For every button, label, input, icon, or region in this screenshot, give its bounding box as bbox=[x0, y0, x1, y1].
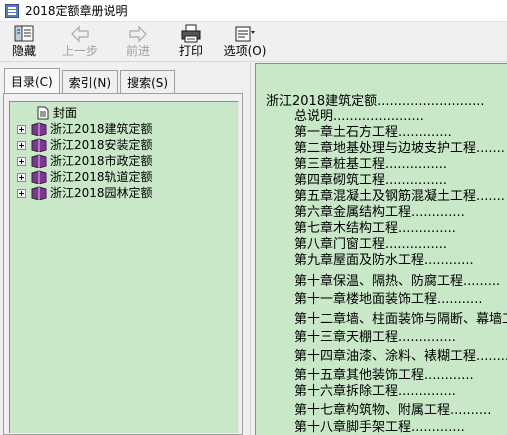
options-button[interactable]: 选项(O) bbox=[222, 24, 268, 60]
back-button[interactable]: 上一步 bbox=[58, 24, 102, 60]
tree-label-book: 浙江2018轨道定额 bbox=[50, 170, 153, 184]
doc-line[interactable]: 第十五章其他装饰工程............ bbox=[294, 368, 474, 383]
tree-label-book: 浙江2018建筑定额 bbox=[50, 122, 153, 136]
book-icon bbox=[31, 186, 47, 201]
doc-line[interactable]: 第十七章构筑物、附属工程.......... bbox=[294, 403, 491, 418]
page-icon bbox=[36, 106, 50, 120]
options-icon bbox=[233, 24, 257, 44]
tree-label-cover: 封面 bbox=[53, 106, 78, 120]
doc-line[interactable]: 第十八章脚手架工程............. bbox=[294, 420, 465, 435]
tab-search[interactable]: 搜索(S) bbox=[120, 70, 176, 93]
doc-line[interactable]: 第十四章油漆、涂料、裱糊工程........ bbox=[294, 349, 507, 364]
tab-index[interactable]: 索引(N) bbox=[61, 70, 119, 93]
doc-line[interactable]: 第十六章拆除工程.............. bbox=[294, 384, 456, 399]
book-icon bbox=[31, 154, 47, 169]
print-label: 打印 bbox=[178, 44, 203, 58]
book-icon bbox=[31, 138, 47, 153]
tree-item-book[interactable]: 浙江2018轨道定额 bbox=[10, 169, 153, 185]
printer-icon bbox=[180, 24, 202, 44]
doc-line[interactable]: 第四章砌筑工程............... bbox=[294, 173, 447, 188]
forward-label: 前进 bbox=[125, 44, 150, 58]
tab-contents-label: 目录(C) bbox=[11, 74, 53, 89]
title-bar: 2018定额章册说明 bbox=[0, 0, 507, 22]
doc-line[interactable]: 第六章金属结构工程............. bbox=[294, 205, 465, 220]
hide-button[interactable]: 隐藏 bbox=[8, 24, 40, 60]
window-title: 2018定额章册说明 bbox=[25, 4, 128, 18]
tree-item-book[interactable]: 浙江2018安装定额 bbox=[10, 137, 153, 153]
tab-index-label: 索引(N) bbox=[68, 75, 112, 90]
doc-line[interactable]: 第三章桩基工程............... bbox=[294, 157, 447, 172]
expand-icon[interactable] bbox=[17, 188, 26, 198]
back-label: 上一步 bbox=[61, 44, 98, 58]
doc-line[interactable]: 第十三章天棚工程.............. bbox=[294, 330, 456, 345]
topic-content: 浙江2018建筑定额.......................... 总说明… bbox=[255, 63, 507, 435]
tree-item-book[interactable]: 浙江2018建筑定额 bbox=[10, 121, 153, 137]
forward-arrow-icon bbox=[128, 24, 148, 44]
tree-item-book[interactable]: 浙江2018园林定额 bbox=[10, 185, 153, 201]
tree-label-book: 浙江2018安装定额 bbox=[50, 138, 153, 152]
doc-line[interactable]: 第五章混凝土及钢筋混凝土工程....... bbox=[294, 189, 505, 204]
tree-label-book: 浙江2018市政定额 bbox=[50, 154, 153, 168]
hide-label: 隐藏 bbox=[11, 44, 36, 58]
expand-icon[interactable] bbox=[17, 124, 26, 134]
book-icon bbox=[31, 122, 47, 137]
hide-panel-icon bbox=[13, 24, 35, 44]
nav-tabs: 目录(C) 索引(N) 搜索(S) bbox=[4, 68, 177, 94]
toolbar: 隐藏 上一步 前进 打印 选项(O) bbox=[0, 22, 507, 62]
tab-contents[interactable]: 目录(C) bbox=[4, 68, 60, 93]
contents-panel: 封面 浙江2018建筑定额 浙江2018安装定额 浙江2018市政定额 浙江20 bbox=[3, 93, 243, 435]
doc-line[interactable]: 总说明...................... bbox=[294, 109, 424, 124]
doc-line[interactable]: 第十章保温、隔热、防腐工程......... bbox=[294, 274, 500, 289]
tree-label-book: 浙江2018园林定额 bbox=[50, 186, 153, 200]
tree-item-cover[interactable]: 封面 bbox=[10, 105, 77, 121]
tab-search-label: 搜索(S) bbox=[127, 75, 169, 90]
doc-heading[interactable]: 浙江2018建筑定额.......................... bbox=[266, 94, 485, 109]
doc-line[interactable]: 第七章木结构工程.............. bbox=[294, 221, 456, 236]
doc-line[interactable]: 第九章屋面及防水工程............ bbox=[294, 253, 474, 268]
doc-line[interactable]: 第十二章墙、柱面装饰与隔断、幕墙工程 bbox=[294, 312, 507, 327]
doc-line[interactable]: 第二章地基处理与边坡支护工程....... bbox=[294, 141, 505, 156]
expand-icon[interactable] bbox=[17, 172, 26, 182]
print-button[interactable]: 打印 bbox=[174, 24, 208, 60]
tree-item-book[interactable]: 浙江2018市政定额 bbox=[10, 153, 153, 169]
expand-icon[interactable] bbox=[17, 156, 26, 166]
back-arrow-icon bbox=[70, 24, 90, 44]
help-app-icon bbox=[5, 3, 19, 18]
options-label: 选项(O) bbox=[223, 44, 267, 58]
doc-line[interactable]: 第一章土石方工程............. bbox=[294, 125, 452, 140]
navigation-pane: 目录(C) 索引(N) 搜索(S) 封面 浙江2018建筑定额 浙江2018安装… bbox=[0, 63, 250, 435]
expand-icon[interactable] bbox=[17, 140, 26, 150]
doc-line[interactable]: 第十一章楼地面装饰工程........... bbox=[294, 292, 482, 307]
contents-tree[interactable]: 封面 浙江2018建筑定额 浙江2018安装定额 浙江2018市政定额 浙江20 bbox=[9, 101, 239, 433]
doc-line[interactable]: 第八章门窗工程............... bbox=[294, 237, 447, 252]
forward-button[interactable]: 前进 bbox=[118, 24, 158, 60]
book-icon bbox=[31, 170, 47, 185]
